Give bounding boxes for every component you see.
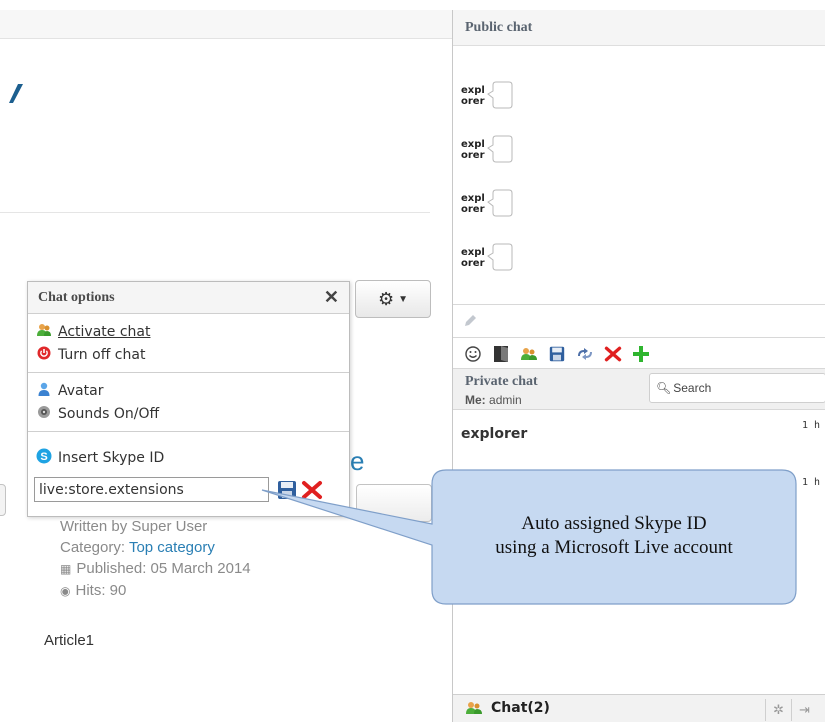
close-icon[interactable]: ✕ [324,287,339,308]
published-text: Published: 05 March 2014 [76,560,251,577]
callout-line-2: using a Microsoft Live account [495,537,733,558]
private-chat-header: Private chat Me: admin 🔍︎ Search [453,368,825,410]
message-username[interactable]: explorer [461,193,487,215]
settings-dropdown-button[interactable]: ⚙ ▼ [355,280,431,318]
article-published: ▦ Published: 05 March 2014 [60,558,251,580]
smiley-icon[interactable] [463,344,483,364]
skype-id-input[interactable] [34,477,269,502]
public-message: explorer [461,242,513,272]
chat-options-group-settings: Avatar Sounds On/Off [28,373,349,432]
caret-down-icon: ▼ [398,293,409,305]
public-message: explorer [461,80,513,110]
chat-options-popup: Chat options ✕ Activate chat Turn off ch… [27,281,350,517]
public-chat-messages[interactable]: explorer explorer explorer explorer [453,46,825,304]
chat-options-group-activation: Activate chat Turn off chat [28,314,349,373]
avatar-icon [34,382,54,400]
users-icon [466,702,482,714]
message-username[interactable]: explorer [461,139,487,161]
avatar-label: Avatar [58,382,104,399]
article-info: Written by Super User Category: Top cate… [60,516,251,602]
speech-bubble-icon [487,135,513,163]
nav-button-fragment-left[interactable] [0,484,6,516]
calendar-icon: ▦ [60,562,72,576]
eye-icon: ◉ [60,584,71,598]
chat-bar[interactable]: Chat(2) ✲ ⇥ [453,694,825,722]
private-chat-username[interactable]: explorer [461,426,527,442]
chat-bar-label[interactable]: Chat(2) [465,700,550,716]
chat-options-title: Chat options [38,289,115,305]
category-link[interactable]: Top category [129,539,215,556]
page-header [0,10,452,39]
article-author: Written by Super User [60,518,208,535]
private-chat-time: 1 h [802,477,821,488]
chat-options-group-skype: S Insert Skype ID [28,432,349,502]
refresh-icon[interactable] [575,344,595,364]
chat-toolbar [453,340,825,368]
message-username[interactable]: explorer [461,85,487,107]
users-icon [34,323,54,341]
sounds-item[interactable]: Sounds On/Off [34,402,349,425]
search-icon: 🔍︎ [656,381,672,395]
callout-line-1: Auto assigned Skype ID [521,513,707,534]
category-label: Category: [60,539,126,556]
current-user: Me: admin [465,393,522,407]
save-icon[interactable] [547,344,567,364]
page-divider [0,212,430,213]
search-placeholder: Search [673,381,712,395]
delete-icon[interactable] [603,344,623,364]
article-category: Category: Top category [60,537,251,558]
public-message: explorer [461,134,513,164]
settings-icon[interactable]: ✲ [765,699,791,721]
save-icon[interactable] [277,480,297,500]
article-title-fragment[interactable]: e [350,446,364,477]
me-value: admin [489,393,522,407]
speech-bubble-icon [487,243,513,271]
skype-icon: S [34,448,54,468]
private-chat-time: 1 h [802,420,821,431]
public-chat-header: Public chat [453,10,825,46]
door-icon[interactable] [491,344,511,364]
users-icon[interactable] [519,344,539,364]
gear-icon: ⚙ [377,288,395,309]
speech-bubble-icon [487,189,513,217]
chat-panel: Public chat explorer explorer explorer e… [452,10,825,722]
skype-input-row [34,477,349,502]
article-hits: ◉ Hits: 90 [60,580,251,602]
chat-options-header: Chat options ✕ [28,282,349,314]
message-username[interactable]: explorer [461,247,487,269]
avatar-item[interactable]: Avatar [34,379,349,402]
private-chat-title: Private chat [465,374,538,389]
chat-bar-text: Chat(2) [491,700,550,716]
activate-chat-item[interactable]: Activate chat [34,320,349,343]
insert-skype-item[interactable]: S Insert Skype ID [34,446,349,469]
power-icon [34,346,54,364]
message-compose-area[interactable] [453,304,825,338]
hits-text: Hits: 90 [75,582,127,599]
exit-icon[interactable]: ⇥ [791,699,817,721]
activate-chat-label: Activate chat [58,323,151,340]
callout-text: Auto assigned Skype ID using a Microsoft… [432,512,796,560]
turn-off-chat-label: Turn off chat [58,346,146,363]
delete-icon[interactable] [301,480,323,500]
private-search-input[interactable]: 🔍︎ Search [649,373,825,403]
private-chat-row[interactable]: 1 h [453,475,825,515]
nav-button-fragment-right[interactable] [356,484,432,522]
logo-fragment [9,84,23,103]
article-body: Article1 [44,632,95,649]
add-icon[interactable] [631,344,651,364]
sound-icon [34,405,54,423]
insert-skype-label: Insert Skype ID [58,449,165,466]
speech-bubble-icon [487,81,513,109]
me-label: Me: [465,393,486,407]
turn-off-chat-item[interactable]: Turn off chat [34,343,349,366]
public-message: explorer [461,188,513,218]
svg-text:S: S [40,451,47,463]
private-chat-row[interactable]: explorer 1 h [453,418,825,458]
sounds-label: Sounds On/Off [58,405,160,422]
pencil-icon [465,315,476,326]
